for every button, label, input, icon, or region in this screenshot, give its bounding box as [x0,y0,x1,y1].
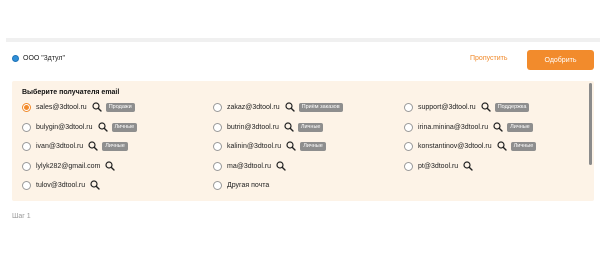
recipient-tag: Личные [111,122,138,132]
search-icon[interactable] [105,161,115,171]
radio-button[interactable] [404,122,413,132]
radio-button[interactable] [22,122,31,132]
recipient-option[interactable]: pt@3dtool.ru [404,160,473,172]
top-divider [6,38,600,42]
recipient-option[interactable]: lylyk282@gmail.com [22,160,115,172]
search-icon[interactable] [497,141,507,151]
recipient-email: zakaz@3dtool.ru [227,103,280,111]
recipient-email: irina.minina@3dtool.ru [418,123,489,131]
search-icon[interactable] [286,141,296,151]
recipient-email: support@3dtool.ru [418,103,476,111]
recipient-option[interactable]: konstantinov@3dtool.ru Личные [404,140,537,152]
recipient-option[interactable]: tulov@3dtool.ru [22,179,100,191]
recipient-email: konstantinov@3dtool.ru [418,142,492,150]
search-icon[interactable] [481,102,491,112]
search-icon[interactable] [285,102,295,112]
radio-button[interactable] [22,180,31,190]
recipient-tag: Приём заказов [298,102,343,112]
search-icon[interactable] [97,122,108,132]
radio-button[interactable] [213,141,222,151]
radio-button[interactable] [213,122,222,132]
recipient-option[interactable]: ivan@3dtool.ru Личные [22,140,128,152]
recipient-option[interactable]: bulygin@3dtool.ru Личные [22,121,138,133]
company-name: ООО "3дтул" [23,55,65,62]
recipient-option[interactable]: irina.minina@3dtool.ru Личные [404,121,533,133]
recipient-option[interactable]: butrin@3dtool.ru Личные [213,121,324,133]
recipient-tag: Продажи [105,102,135,112]
recipient-email: ivan@3dtool.ru [36,142,84,150]
recipient-option[interactable]: Другая почта [213,179,269,191]
recipient-tag: Личные [297,122,324,132]
radio-button[interactable] [404,102,413,112]
recipient-tag: Личные [300,141,326,151]
step-label: Шаг 1 [12,213,31,220]
recipient-email: lylyk282@gmail.com [36,162,101,170]
recipient-panel: Выберите получателя email sales@3dtool.r… [12,81,594,201]
radio-button[interactable] [213,161,222,171]
recipient-email: ma@3dtool.ru [227,162,272,170]
recipient-option[interactable]: support@3dtool.ru Поддержка [404,101,530,113]
radio-button[interactable] [213,180,222,190]
recipient-tag: Поддержка [494,102,530,112]
recipient-email: Другая почта [227,181,270,189]
search-icon[interactable] [463,161,473,171]
company-status-icon [12,55,19,62]
company-info: ООО "3дтул" [12,55,65,62]
approve-button[interactable]: Одобрить [527,50,594,70]
recipient-tag: Личные [510,141,537,151]
radio-button[interactable] [22,161,31,171]
scrollbar[interactable] [589,83,592,165]
search-icon[interactable] [88,141,98,151]
search-icon[interactable] [493,122,503,132]
search-icon[interactable] [92,102,102,112]
recipient-email: butrin@3dtool.ru [227,123,279,131]
recipient-email: sales@3dtool.ru [36,103,87,111]
recipient-option[interactable]: zakaz@3dtool.ru Приём заказов [213,101,343,113]
recipient-tag: Личные [102,141,128,151]
recipient-email: bulygin@3dtool.ru [36,123,93,131]
skip-button[interactable]: Пропустить [470,55,508,62]
radio-button[interactable] [22,102,31,112]
search-icon[interactable] [90,180,100,190]
recipient-option[interactable]: kalinin@3dtool.ru Личные [213,140,326,152]
radio-button[interactable] [22,141,31,151]
recipient-email: kalinin@3dtool.ru [227,142,282,150]
recipient-email: pt@3dtool.ru [418,162,459,170]
header: ООО "3дтул" Пропустить Одобрить [12,50,594,72]
recipient-email: tulov@3dtool.ru [36,181,86,189]
radio-button[interactable] [404,141,413,151]
radio-button[interactable] [213,102,222,112]
panel-title: Выберите получателя email [22,89,120,96]
recipient-tag: Личные [507,122,533,132]
recipient-option[interactable]: ma@3dtool.ru [213,160,286,172]
search-icon[interactable] [284,122,294,132]
recipient-option[interactable]: sales@3dtool.ru Продажи [22,101,135,113]
radio-button[interactable] [404,161,413,171]
search-icon[interactable] [276,161,286,171]
